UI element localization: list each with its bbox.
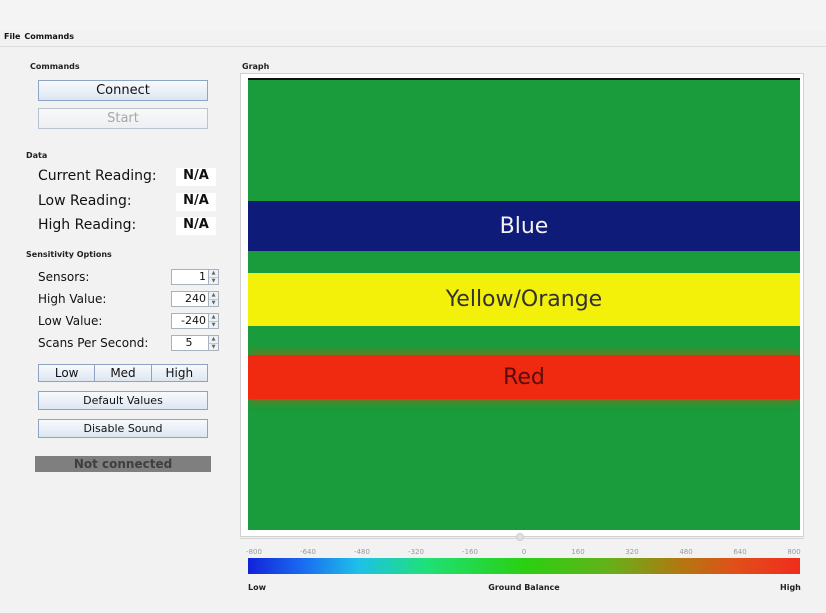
graph-canvas: Blue Yellow/Orange Red — [248, 78, 800, 530]
scale-tick-label: -800 — [246, 548, 262, 556]
high-value-value[interactable]: 240 — [172, 292, 208, 306]
high-reading-label: High Reading: — [38, 217, 137, 233]
scale-tick-label: -640 — [300, 548, 316, 556]
spinner-down-icon[interactable]: ▼ — [209, 277, 218, 285]
menu-file[interactable]: File — [4, 32, 20, 46]
preset-low-button[interactable]: Low — [39, 365, 95, 381]
yellow-orange-band: Yellow/Orange — [248, 273, 800, 326]
default-values-button[interactable]: Default Values — [38, 391, 208, 410]
scans-per-second-value[interactable]: 5 — [172, 336, 208, 350]
current-reading-value: N/A — [176, 168, 216, 186]
sensors-value[interactable]: 1 — [172, 270, 208, 284]
menu-divider — [0, 46, 826, 47]
scale-tick-label: -480 — [354, 548, 370, 556]
scale-tick-label: 800 — [787, 548, 801, 556]
low-value-spinner[interactable]: -240 ▲ ▼ — [171, 313, 219, 329]
connect-button[interactable]: Connect — [38, 80, 208, 101]
scans-per-second-spinner[interactable]: 5 ▲ ▼ — [171, 335, 219, 351]
graph-section-title: Graph — [242, 62, 270, 71]
blue-band: Blue — [248, 201, 800, 251]
sensitivity-section-title: Sensitivity Options — [26, 250, 112, 259]
spinner-down-icon[interactable]: ▼ — [209, 299, 218, 307]
menu-commands[interactable]: Commands — [24, 32, 74, 46]
start-button[interactable]: Start — [38, 108, 208, 129]
scans-per-second-label: Scans Per Second: — [38, 336, 149, 350]
data-section-title: Data — [26, 151, 48, 160]
spinner-down-icon[interactable]: ▼ — [209, 343, 218, 351]
low-reading-label: Low Reading: — [38, 193, 132, 209]
scale-tick-label: 640 — [733, 548, 747, 556]
sensors-label: Sensors: — [38, 270, 90, 284]
connection-status-bar: Not connected — [35, 456, 211, 472]
gradient-low-label: Low — [248, 583, 266, 592]
disable-sound-button[interactable]: Disable Sound — [38, 419, 208, 438]
scale-tick-label: -320 — [408, 548, 424, 556]
gradient-high-label: High — [780, 583, 801, 592]
graph-slider-handle[interactable] — [516, 533, 524, 541]
scale-ticks: -800 -640 -480 -320 -160 0 160 320 480 640 800 — [246, 548, 801, 558]
ground-balance-gradient-bar — [248, 558, 800, 574]
red-band: Red — [248, 355, 800, 399]
spinner-up-icon[interactable]: ▲ — [209, 270, 218, 277]
menu-bar: File Commands — [4, 32, 74, 46]
sensors-spinner[interactable]: 1 ▲ ▼ — [171, 269, 219, 285]
sensitivity-preset-group: Low Med High — [38, 364, 208, 382]
spinner-up-icon[interactable]: ▲ — [209, 314, 218, 321]
low-value-value[interactable]: -240 — [172, 314, 208, 328]
low-value-label: Low Value: — [38, 314, 103, 328]
high-reading-value: N/A — [176, 217, 216, 235]
commands-section-title: Commands — [30, 62, 80, 71]
high-value-spinner[interactable]: 240 ▲ ▼ — [171, 291, 219, 307]
gradient-mid-label: Ground Balance — [488, 583, 560, 592]
preset-high-button[interactable]: High — [150, 365, 207, 381]
scale-tick-label: 0 — [521, 548, 527, 556]
spinner-up-icon[interactable]: ▲ — [209, 336, 218, 343]
spinner-up-icon[interactable]: ▲ — [209, 292, 218, 299]
scale-tick-label: 160 — [571, 548, 585, 556]
high-value-label: High Value: — [38, 292, 107, 306]
title-strip — [0, 0, 826, 30]
scale-tick-label: -160 — [462, 548, 478, 556]
scale-tick-label: 320 — [625, 548, 639, 556]
scale-tick-label: 480 — [679, 548, 693, 556]
low-reading-value: N/A — [176, 193, 216, 211]
preset-med-button[interactable]: Med — [94, 365, 151, 381]
spinner-down-icon[interactable]: ▼ — [209, 321, 218, 329]
current-reading-label: Current Reading: — [38, 168, 157, 184]
